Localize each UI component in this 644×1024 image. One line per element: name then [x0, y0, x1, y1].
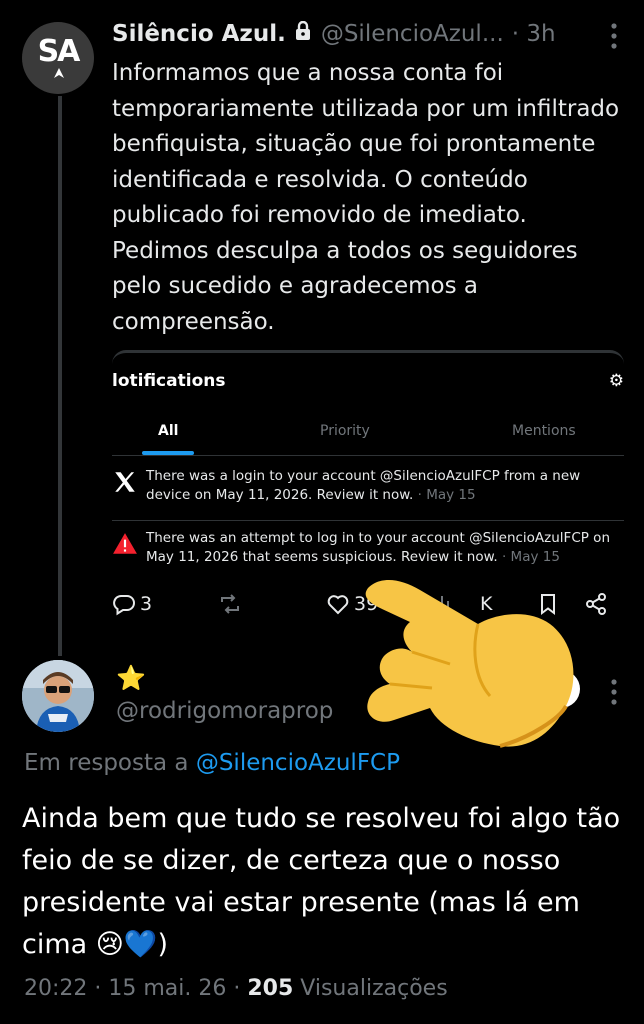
author-avatar[interactable]: SA — [22, 22, 94, 94]
dragon-icon — [54, 68, 64, 78]
divider — [112, 520, 624, 521]
reply-views-label: Visualizações — [293, 976, 448, 1001]
pointing-hand-icon — [365, 579, 574, 748]
lock-icon — [295, 20, 311, 47]
reply-handle[interactable]: @rodrigomoraprop — [116, 698, 333, 724]
reply-icon — [113, 595, 135, 616]
reply-text: Ainda bem que tudo se resolveu foi algo … — [22, 803, 621, 960]
warning-icon — [113, 533, 137, 554]
reply-views-count: 205 — [247, 976, 294, 1001]
retweet-button[interactable] — [218, 592, 242, 616]
tweet-header: Silêncio Azul. @SilencioAzul... · 3h — [112, 18, 644, 50]
x-logo-icon — [115, 472, 135, 492]
author-name[interactable]: Silêncio Azul. — [112, 21, 286, 47]
author-handle[interactable]: @SilencioAzul... — [321, 21, 504, 47]
card-tabs: All Priority Mentions — [112, 421, 624, 455]
tweet-time[interactable]: · 3h — [512, 21, 556, 47]
reply-prefix: Em resposta a — [24, 750, 196, 776]
avatar-logo-text: SA — [37, 33, 81, 69]
reply-avatar[interactable] — [22, 660, 94, 732]
reply-context: Em resposta a @SilencioAzulFCP — [24, 750, 400, 776]
share-button[interactable] — [584, 592, 608, 616]
reply-time[interactable]: 20:22 · 15 mai. 26 · — [24, 976, 247, 1001]
heart-icon — [327, 595, 349, 615]
more-options-icon[interactable] — [610, 678, 618, 706]
retweet-icon — [221, 594, 239, 614]
tab-priority: Priority — [320, 423, 370, 439]
thread-line — [58, 96, 62, 656]
card-title: lotifications — [112, 371, 226, 391]
reply-count: 3 — [140, 593, 153, 615]
notification-text: There was a login to your account @Silen… — [146, 468, 581, 503]
notification-date: · May 15 — [413, 487, 476, 503]
more-options-icon[interactable] — [610, 22, 618, 50]
star-emoji: ⭐ — [116, 664, 146, 692]
reply-meta: 20:22 · 15 mai. 26 · 205 Visualizações — [24, 976, 448, 1001]
person-photo-icon — [22, 660, 94, 732]
share-icon — [586, 593, 606, 615]
tweet-text: Informamos que a nossa conta foi tempora… — [112, 60, 620, 335]
tab-all: All — [158, 423, 179, 439]
notification-date: · May 15 — [497, 549, 560, 565]
settings-gear-icon: ⚙ — [608, 371, 624, 391]
reply-button[interactable]: 3 — [112, 592, 152, 616]
tab-mentions: Mentions — [512, 423, 576, 439]
divider — [112, 455, 624, 456]
notifications-screenshot[interactable]: lotifications ⚙ All Priority Mentions Th… — [112, 350, 624, 579]
